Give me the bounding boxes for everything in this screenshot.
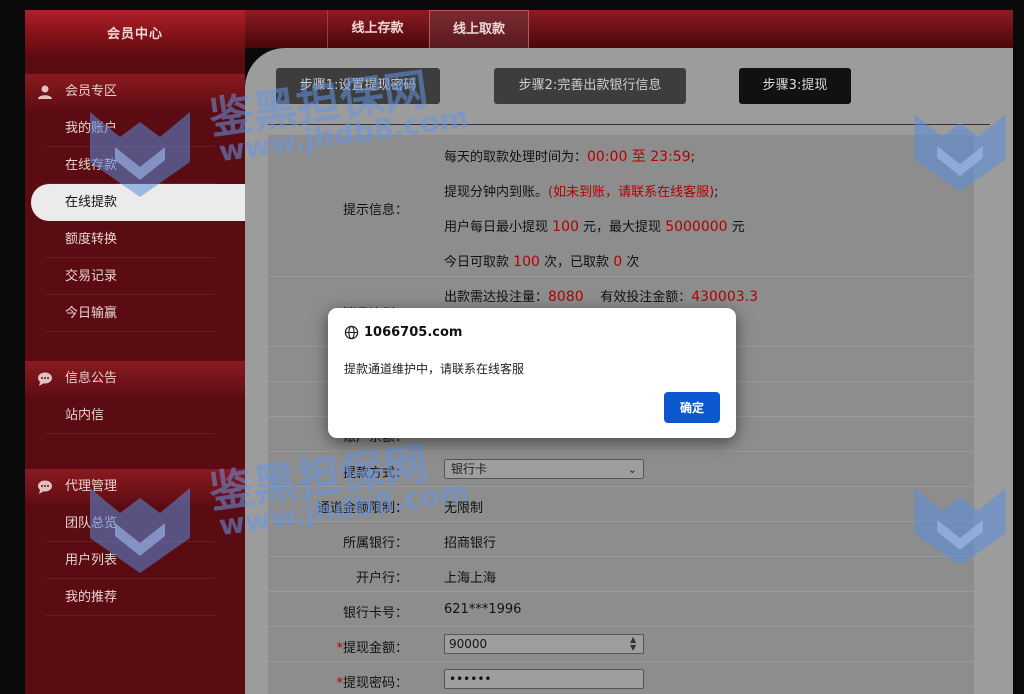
globe-icon <box>344 325 359 340</box>
ok-button[interactable]: 确定 <box>664 392 720 423</box>
alert-dialog: 1066705.com 提款通道维护中，请联系在线客服 确定 <box>328 308 736 438</box>
page: 会员中心 会员专区 我的账户 在线存款 在线提款 额度转换 交易记录 今日输赢 … <box>0 0 1024 694</box>
dialog-title: 1066705.com <box>364 325 463 340</box>
dialog-message: 提款通道维护中，请联系在线客服 <box>344 362 525 376</box>
